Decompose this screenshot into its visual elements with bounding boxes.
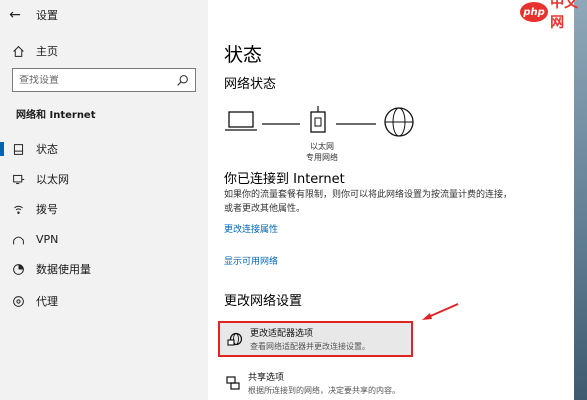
watermark-text: 中文网 [550, 0, 579, 31]
sidebar-item-label: 以太网 [36, 173, 69, 186]
sidebar-item-status[interactable]: 状态 [0, 136, 208, 162]
adapter-label: 以太网 [310, 142, 334, 151]
page-title: 状态 [224, 44, 263, 66]
search-icon[interactable] [176, 74, 189, 87]
sidebar-item-label: VPN [36, 232, 59, 246]
change-settings-heading: 更改网络设置 [224, 294, 303, 309]
settings-window: ← 设置 主页 网络和 Internet 状态 以太网 [0, 0, 587, 400]
watermark-logo: php [520, 2, 549, 22]
sidebar: ← 设置 主页 网络和 Internet 状态 以太网 [0, 0, 208, 400]
sidebar-item-label: 代理 [36, 295, 58, 308]
sidebar-item-home[interactable]: 主页 [0, 38, 208, 64]
desktop-background [574, 0, 587, 400]
connected-heading: 你已连接到 Internet [224, 172, 345, 187]
watermark: php 中文网 [520, 0, 587, 31]
connected-description: 如果你的流量套餐有限制，则你可以将此网络设置为按流量计费的连接，或者更改其他属性… [224, 190, 513, 214]
network-status-heading: 网络状态 [224, 77, 277, 92]
back-button[interactable]: ← [0, 0, 30, 30]
section-title: 网络和 Internet [16, 110, 96, 121]
change-connection-properties-link[interactable]: 更改连接属性 [224, 222, 278, 235]
ethernet-icon [0, 173, 36, 186]
sidebar-item-data-usage[interactable]: 数据使用量 [0, 256, 208, 282]
title-bar: ← 设置 [0, 0, 208, 30]
adapter-options-icon [220, 331, 250, 347]
sidebar-item-label: 数据使用量 [36, 263, 91, 276]
proxy-icon [0, 295, 36, 308]
sidebar-item-proxy[interactable]: 代理 [0, 288, 208, 314]
sidebar-item-label: 主页 [36, 45, 58, 58]
sharing-options[interactable]: 共享选项 根据所连接到的网络，决定要共享的内容。 [218, 365, 413, 400]
sidebar-item-label: 拨号 [36, 203, 58, 216]
data-usage-icon [0, 263, 36, 276]
annotation-arrow-icon [422, 303, 459, 320]
computer-icon [225, 111, 257, 131]
globe-icon [384, 107, 414, 137]
status-icon [0, 143, 36, 156]
sidebar-item-label: 状态 [36, 143, 58, 156]
search-input[interactable] [19, 74, 169, 86]
main-content: 状态 网络状态 以太网 专用网络 你已连接到 Internet 如果你的流量套餐… [208, 0, 574, 400]
option-subtitle: 查看网络适配器并更改连接设置。 [250, 342, 370, 351]
vpn-icon [0, 233, 36, 246]
option-subtitle: 根据所连接到的网络，决定要共享的内容。 [248, 386, 400, 395]
search-box[interactable] [12, 68, 196, 92]
window-title: 设置 [36, 9, 58, 22]
back-arrow-icon: ← [9, 7, 21, 23]
dialup-icon [0, 203, 36, 216]
change-adapter-options[interactable]: 更改适配器选项 查看网络适配器并更改连接设置。 [218, 321, 413, 357]
option-title: 共享选项 [248, 373, 285, 383]
home-icon [0, 45, 36, 58]
sharing-options-icon [218, 375, 248, 391]
sidebar-item-dialup[interactable]: 拨号 [0, 196, 208, 222]
sidebar-item-vpn[interactable]: VPN [0, 226, 208, 252]
sidebar-item-ethernet[interactable]: 以太网 [0, 166, 208, 192]
show-available-networks-link[interactable]: 显示可用网络 [224, 254, 278, 267]
ethernet-adapter-icon [310, 106, 326, 133]
network-type-label: 专用网络 [306, 153, 338, 162]
option-title: 更改适配器选项 [250, 329, 314, 339]
